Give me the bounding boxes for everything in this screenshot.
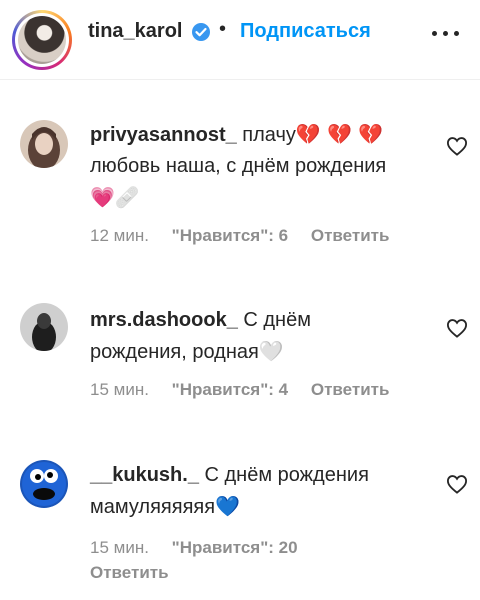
commenter-avatar[interactable]: [20, 120, 68, 168]
comment-body: плачу: [242, 124, 296, 146]
comment-text: privyasannost_ плачу💔 💔 💔 любовь наша, с…: [90, 119, 420, 214]
heart-icon[interactable]: [446, 136, 468, 156]
reply-button[interactable]: Ответить: [311, 226, 390, 245]
blue-heart-emoji: 💙: [215, 494, 240, 518]
comment-likes[interactable]: "Нравится": 6: [172, 226, 288, 245]
heart-icon[interactable]: [446, 474, 468, 494]
comment-username[interactable]: mrs.dashoook_: [90, 309, 238, 331]
comment-body-line-2: рождения, родная: [90, 341, 259, 363]
more-options-icon[interactable]: [428, 17, 464, 47]
reply-button[interactable]: Ответить: [311, 380, 390, 399]
comment-likes[interactable]: "Нравится": 4: [172, 380, 288, 399]
comment-time: 15 мин.: [90, 380, 149, 399]
profile-avatar-image: [18, 16, 66, 64]
comment-time: 12 мин.: [90, 226, 149, 245]
comment-likes[interactable]: "Нравится": 20: [172, 538, 298, 557]
comment-meta: 15 мин. "Нравится": 20: [90, 538, 316, 558]
comment-body-line-2: любовь наша, с днём рождения: [90, 155, 387, 177]
heart-icon[interactable]: [446, 318, 468, 338]
header-separator: •: [219, 18, 227, 40]
broken-heart-emoji: 💔 💔 💔: [295, 122, 384, 146]
bandage-emoji: 🩹: [114, 185, 140, 209]
comment-body-line-2: мамуляяяяяя: [90, 496, 216, 518]
comment-username[interactable]: privyasannost_: [90, 124, 237, 146]
profile-avatar[interactable]: [12, 10, 72, 70]
commenter-avatar[interactable]: [20, 460, 68, 508]
comment-time: 15 мин.: [90, 538, 149, 557]
comment-body: С днём рождения: [204, 464, 369, 486]
verified-badge-icon: [192, 23, 210, 41]
commenter-avatar[interactable]: [20, 303, 68, 351]
sparkling-heart-emoji: 💗: [90, 185, 115, 209]
comment-text: mrs.dashoook_ С днём рождения, родная🤍: [90, 305, 420, 368]
comment-meta: 12 мин. "Нравится": 6 Ответить: [90, 226, 389, 246]
comment-username[interactable]: __kukush._: [90, 464, 199, 486]
follow-button[interactable]: Подписаться: [240, 20, 371, 43]
white-heart-emoji: 🤍: [258, 339, 284, 363]
comment-meta: 15 мин. "Нравится": 4 Ответить: [90, 380, 389, 400]
comment-text: __kukush._ С днём рождения мамуляяяяяя💙: [90, 460, 420, 523]
reply-button[interactable]: Ответить: [90, 563, 169, 583]
post-header: tina_karol • Подписаться: [0, 0, 480, 80]
profile-username[interactable]: tina_karol: [88, 20, 182, 43]
comment-body: С днём: [243, 309, 311, 331]
